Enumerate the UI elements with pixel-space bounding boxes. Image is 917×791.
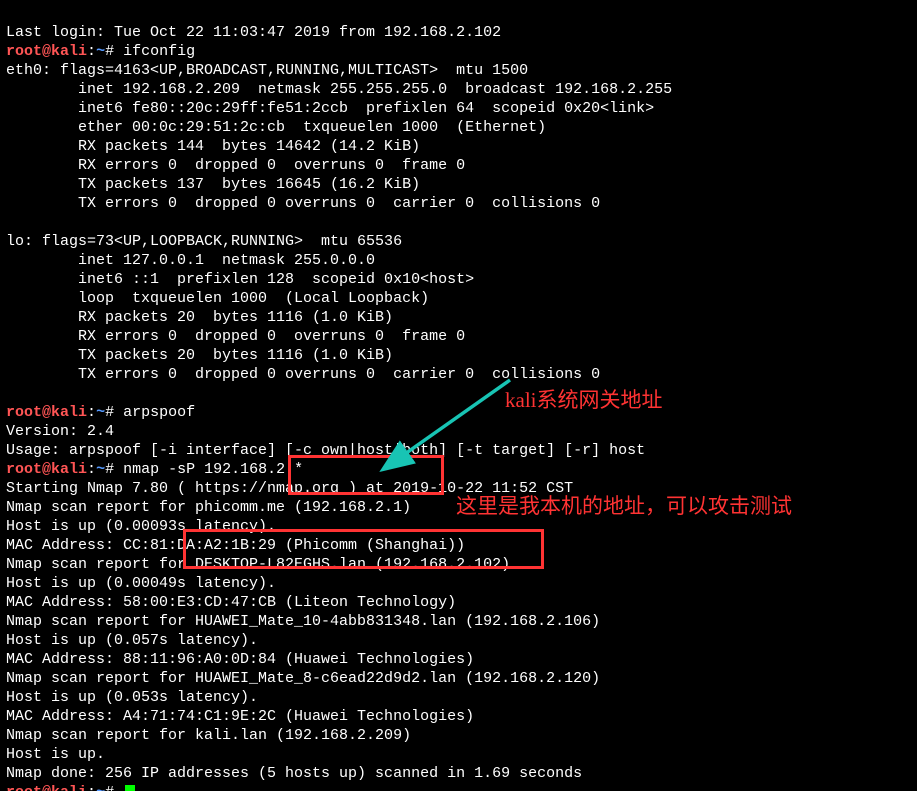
ifconfig-line: TX packets 20 bytes 1116 (1.0 KiB) xyxy=(6,347,393,364)
nmap-line: Nmap scan report for HUAWEI_Mate_8-c6ead… xyxy=(6,670,600,687)
cmd-nmap: nmap -sP 192.168.2.* xyxy=(123,461,303,478)
prompt-at: @ xyxy=(42,784,51,791)
prompt-host: kali xyxy=(51,43,87,60)
nmap-line: MAC Address: A4:71:74:C1:9E:2C (Huawei T… xyxy=(6,708,474,725)
ifconfig-line: TX errors 0 dropped 0 overruns 0 carrier… xyxy=(6,366,600,383)
ifconfig-line: inet6 ::1 prefixlen 128 scopeid 0x10<hos… xyxy=(6,271,474,288)
prompt-path: ~ xyxy=(96,43,105,60)
prompt-hash: # xyxy=(105,404,123,421)
nmap-line: MAC Address: 58:00:E3:CD:47:CB (Liteon T… xyxy=(6,594,456,611)
nmap-line: Host is up (0.00049s latency). xyxy=(6,575,276,592)
prompt-host: kali xyxy=(51,784,87,791)
nmap-line: Nmap scan report for DESKTOP-L82EGHS.lan… xyxy=(6,556,510,573)
terminal-cursor[interactable] xyxy=(125,785,135,791)
prompt-user: root xyxy=(6,461,42,478)
nmap-line: Host is up. xyxy=(6,746,105,763)
nmap-line: Nmap done: 256 IP addresses (5 hosts up)… xyxy=(6,765,582,782)
prompt-hash: # xyxy=(105,43,123,60)
ifconfig-line: inet 127.0.0.1 netmask 255.0.0.0 xyxy=(6,252,375,269)
ifconfig-line: inet6 fe80::20c:29ff:fe51:2ccb prefixlen… xyxy=(6,100,654,117)
ifconfig-line: inet 192.168.2.209 netmask 255.255.255.0… xyxy=(6,81,672,98)
arpspoof-line: Usage: arpspoof [-i interface] [-c own|h… xyxy=(6,442,645,459)
prompt-colon: : xyxy=(87,461,96,478)
ifconfig-line: ether 00:0c:29:51:2c:cb txqueuelen 1000 … xyxy=(6,119,546,136)
nmap-line: Nmap scan report for phicomm.me (192.168… xyxy=(6,499,411,516)
prompt-hash: # xyxy=(105,784,123,791)
terminal-output[interactable]: Last login: Tue Oct 22 11:03:47 2019 fro… xyxy=(0,0,917,791)
nmap-line: MAC Address: CC:81:DA:A2:1B:29 (Phicomm … xyxy=(6,537,465,554)
prompt-user: root xyxy=(6,784,42,791)
cmd-ifconfig: ifconfig xyxy=(123,43,195,60)
prompt-at: @ xyxy=(42,461,51,478)
nmap-line: Host is up (0.00093s latency). xyxy=(6,518,276,535)
cmd-arpspoof: arpspoof xyxy=(123,404,195,421)
ifconfig-line: lo: flags=73<UP,LOOPBACK,RUNNING> mtu 65… xyxy=(6,233,402,250)
nmap-line: MAC Address: 88:11:96:A0:0D:84 (Huawei T… xyxy=(6,651,474,668)
nmap-line: Nmap scan report for HUAWEI_Mate_10-4abb… xyxy=(6,613,600,630)
ifconfig-line: eth0: flags=4163<UP,BROADCAST,RUNNING,MU… xyxy=(6,62,528,79)
ifconfig-line: TX packets 137 bytes 16645 (16.2 KiB) xyxy=(6,176,420,193)
ifconfig-line: TX errors 0 dropped 0 overruns 0 carrier… xyxy=(6,195,600,212)
prompt-path: ~ xyxy=(96,784,105,791)
prompt-host: kali xyxy=(51,461,87,478)
prompt-path: ~ xyxy=(96,404,105,421)
nmap-line: Nmap scan report for kali.lan (192.168.2… xyxy=(6,727,411,744)
ifconfig-line: RX packets 144 bytes 14642 (14.2 KiB) xyxy=(6,138,420,155)
prompt-path: ~ xyxy=(96,461,105,478)
prompt-user: root xyxy=(6,43,42,60)
prompt-colon: : xyxy=(87,43,96,60)
prompt-at: @ xyxy=(42,43,51,60)
prompt-host: kali xyxy=(51,404,87,421)
ifconfig-line: RX errors 0 dropped 0 overruns 0 frame 0 xyxy=(6,328,465,345)
arpspoof-line: Version: 2.4 xyxy=(6,423,114,440)
nmap-line: Starting Nmap 7.80 ( https://nmap.org ) … xyxy=(6,480,573,497)
prompt-hash: # xyxy=(105,461,123,478)
prompt-colon: : xyxy=(87,784,96,791)
prompt-user: root xyxy=(6,404,42,421)
ifconfig-line: RX packets 20 bytes 1116 (1.0 KiB) xyxy=(6,309,393,326)
last-login-line: Last login: Tue Oct 22 11:03:47 2019 fro… xyxy=(6,24,501,41)
prompt-at: @ xyxy=(42,404,51,421)
nmap-line: Host is up (0.057s latency). xyxy=(6,632,258,649)
nmap-line: Host is up (0.053s latency). xyxy=(6,689,258,706)
prompt-colon: : xyxy=(87,404,96,421)
ifconfig-line: loop txqueuelen 1000 (Local Loopback) xyxy=(6,290,429,307)
ifconfig-line: RX errors 0 dropped 0 overruns 0 frame 0 xyxy=(6,157,465,174)
